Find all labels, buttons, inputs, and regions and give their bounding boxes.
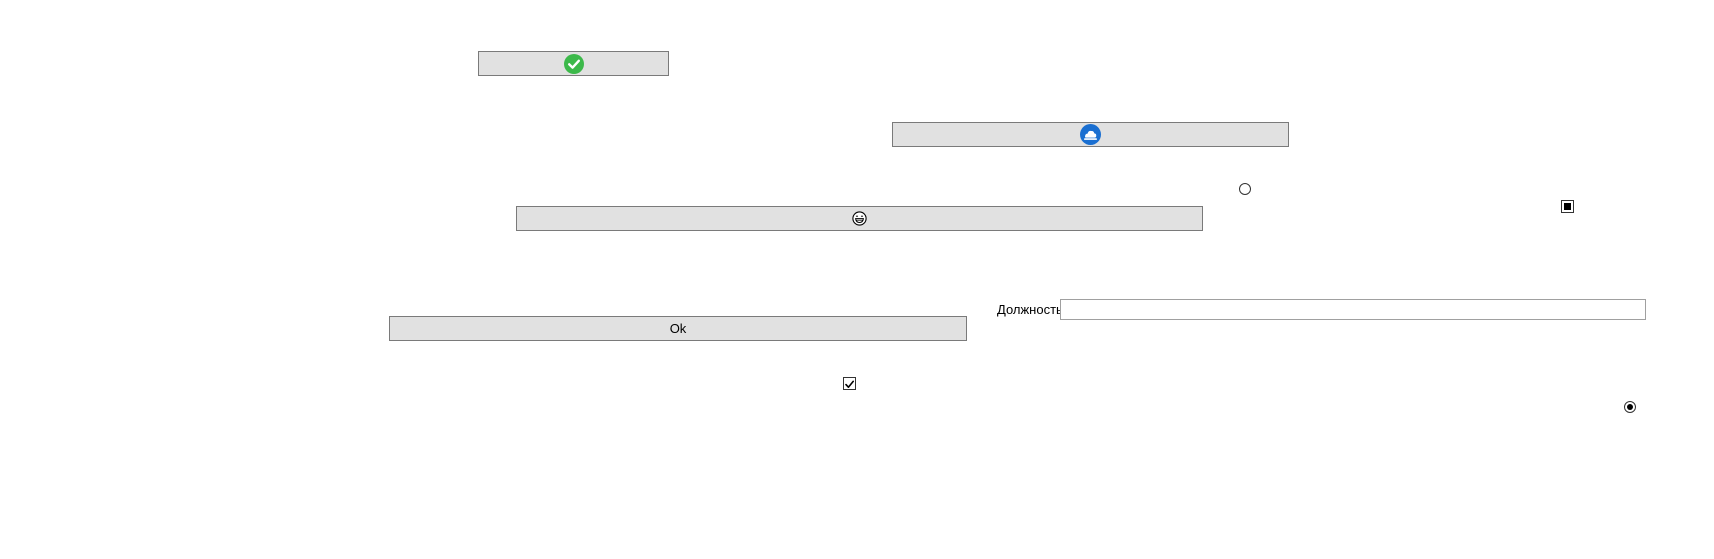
ok-button[interactable]: Ok xyxy=(389,316,967,341)
confirm-button[interactable] xyxy=(478,51,669,76)
radio-option-top[interactable] xyxy=(1239,183,1251,195)
indeterminate-mark xyxy=(1564,203,1571,210)
grinning-face-icon xyxy=(852,211,867,226)
radio-selected-dot xyxy=(1627,404,1633,410)
checkbox-indeterminate[interactable] xyxy=(1561,200,1574,213)
radio-option-bottom[interactable] xyxy=(1624,401,1636,413)
position-input[interactable] xyxy=(1060,299,1646,320)
checkmark-icon xyxy=(844,378,855,393)
green-checkmark-icon xyxy=(563,53,584,74)
cloud-button[interactable] xyxy=(892,122,1289,147)
cloud-circle-icon xyxy=(1080,124,1101,145)
ok-button-label: Ok xyxy=(669,321,687,336)
checkbox-checked[interactable] xyxy=(843,377,856,390)
emoji-button[interactable] xyxy=(516,206,1203,231)
position-label: Должность xyxy=(997,302,1063,317)
